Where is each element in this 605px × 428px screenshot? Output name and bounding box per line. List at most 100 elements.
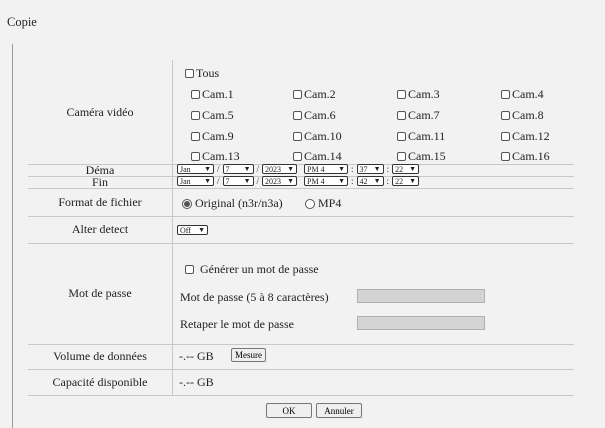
ok-button[interactable]: OK: [266, 403, 312, 418]
page-title: Copie: [7, 15, 37, 29]
checkbox-cam-5[interactable]: Cam.5: [191, 108, 234, 123]
checkbox-icon[interactable]: [191, 90, 200, 99]
checkbox-cam-14[interactable]: Cam.14: [293, 149, 342, 164]
checkbox-icon[interactable]: [191, 111, 200, 120]
checkbox-cam-label: Cam.3: [408, 87, 440, 101]
checkbox-cam-12[interactable]: Cam.12: [501, 129, 550, 144]
radio-icon[interactable]: [305, 198, 315, 209]
checkbox-cam-11[interactable]: Cam.11: [397, 129, 445, 144]
checkbox-icon[interactable]: [501, 152, 510, 161]
end-year-select[interactable]: 2023 ▼: [262, 176, 298, 186]
camera-row: Caméra vidéo Tous Cam.1 Cam.2 Cam.3 Cam.4 Ca…: [28, 60, 574, 165]
end-day-select[interactable]: 7 ▼: [222, 176, 254, 186]
alter-label: Alter detect: [28, 216, 173, 243]
checkbox-cam-label: Cam.12: [512, 129, 550, 143]
checkbox-cam-label: Cam.15: [408, 149, 446, 163]
checkbox-cam-label: Cam.1: [202, 87, 234, 101]
start-month-select[interactable]: Jan ▼: [177, 164, 214, 174]
start-minute-select[interactable]: 37 ▼: [356, 164, 384, 174]
checkbox-cam-label: Cam.11: [408, 129, 446, 143]
checkbox-cam-label: Cam.6: [304, 108, 336, 122]
chevron-down-icon: ▼: [198, 225, 205, 234]
checkbox-cam-6[interactable]: Cam.6: [293, 108, 336, 123]
format-mp4-radio[interactable]: MP4: [305, 196, 341, 211]
start-year-select[interactable]: 2023 ▼: [262, 164, 298, 174]
checkbox-icon[interactable]: [293, 152, 302, 161]
end-month-select[interactable]: Jan ▼: [177, 176, 214, 186]
chevron-down-icon: ▼: [204, 176, 211, 185]
volume-row: Volume de données -.-- GB Mesure: [28, 344, 574, 370]
checkbox-icon[interactable]: [397, 90, 406, 99]
checkbox-icon[interactable]: [191, 152, 200, 161]
chevron-down-icon: ▼: [204, 164, 211, 173]
checkbox-cam-15[interactable]: Cam.15: [397, 149, 446, 164]
checkbox-all-label: Tous: [196, 66, 220, 80]
chevron-down-icon: ▼: [409, 176, 417, 185]
radio-selected-icon[interactable]: [182, 198, 192, 209]
end-datetime: Jan ▼ / 7 ▼ / 2023 ▼ PM 4 ▼ : 42 ▼ : 22 ▼: [173, 176, 574, 188]
checkbox-cam-9[interactable]: Cam.9: [191, 129, 234, 144]
checkbox-cam-8[interactable]: Cam.8: [501, 108, 544, 123]
checkbox-icon[interactable]: [397, 132, 406, 141]
checkbox-icon[interactable]: [501, 132, 510, 141]
volume-label: Volume de données: [28, 344, 173, 369]
password-row: Mot de passe Générer un mot de passe Mot…: [28, 243, 574, 345]
cancel-button[interactable]: Annuler: [316, 403, 362, 418]
checkbox-cam-1[interactable]: Cam.1: [191, 87, 234, 102]
checkbox-cam-7[interactable]: Cam.7: [397, 108, 440, 123]
end-hour-select[interactable]: PM 4 ▼: [304, 176, 349, 186]
checkbox-cam-label: Cam.10: [304, 129, 342, 143]
checkbox-icon[interactable]: [191, 132, 200, 141]
checkbox-cam-2[interactable]: Cam.2: [293, 87, 336, 102]
checkbox-cam-label: Cam.8: [512, 108, 544, 122]
chevron-down-icon: ▼: [287, 176, 295, 185]
checkbox-cam-16[interactable]: Cam.16: [501, 149, 550, 164]
checkbox-icon[interactable]: [501, 90, 510, 99]
chevron-down-icon: ▼: [373, 176, 381, 185]
format-original-radio[interactable]: Original (n3r/n3a): [182, 196, 283, 211]
checkbox-icon[interactable]: [501, 111, 510, 120]
format-options: Original (n3r/n3a) MP4: [173, 188, 574, 216]
capacity-value: -.-- GB: [179, 375, 214, 389]
checkbox-cam-label: Cam.2: [304, 87, 336, 101]
capacity-label: Capacité disponible: [28, 369, 173, 395]
checkbox-cam-10[interactable]: Cam.10: [293, 129, 342, 144]
checkbox-cam-label: Cam.9: [202, 129, 234, 143]
start-hour-select[interactable]: PM 4 ▼: [304, 164, 349, 174]
checkbox-cam-13[interactable]: Cam.13: [191, 149, 240, 164]
start-day-select[interactable]: 7 ▼: [222, 164, 254, 174]
password-field-label: Mot de passe (5 à 8 caractères): [180, 290, 329, 304]
chevron-down-icon: ▼: [338, 164, 346, 173]
checkbox-cam-4[interactable]: Cam.4: [501, 87, 544, 102]
end-label: Fin: [28, 175, 173, 189]
checkbox-cam-label: Cam.16: [512, 149, 550, 163]
checkbox-icon[interactable]: [397, 152, 406, 161]
start-datetime: Jan ▼ / 7 ▼ / 2023 ▼ PM 4 ▼ : 37 ▼ : 22 ▼: [173, 164, 574, 176]
password-retype-input[interactable]: [357, 316, 485, 330]
capacity-row: Capacité disponible -.-- GB: [28, 369, 574, 396]
format-row: Format de fichier Original (n3r/n3a) MP4: [28, 188, 574, 217]
chevron-down-icon: ▼: [338, 176, 346, 185]
end-second-select[interactable]: 22 ▼: [392, 176, 420, 186]
measure-button[interactable]: Mesure: [231, 348, 266, 362]
generate-password-checkbox[interactable]: Générer un mot de passe: [185, 262, 319, 277]
checkbox-icon[interactable]: [185, 265, 194, 274]
checkbox-cam-label: Cam.5: [202, 108, 234, 122]
alter-detect-select[interactable]: Off ▼: [177, 225, 208, 235]
checkbox-icon[interactable]: [293, 132, 302, 141]
checkbox-icon[interactable]: [185, 69, 194, 78]
checkbox-cam-3[interactable]: Cam.3: [397, 87, 440, 102]
password-input[interactable]: [357, 289, 485, 303]
chevron-down-icon: ▼: [373, 164, 381, 173]
checkbox-icon[interactable]: [293, 111, 302, 120]
volume-value: -.-- GB: [179, 349, 214, 363]
checkbox-cam-label: Cam.14: [304, 149, 342, 163]
checkbox-icon[interactable]: [397, 111, 406, 120]
camera-label: Caméra vidéo: [28, 60, 173, 164]
chevron-down-icon: ▼: [287, 164, 295, 173]
start-second-select[interactable]: 22 ▼: [392, 164, 420, 174]
checkbox-icon[interactable]: [293, 90, 302, 99]
end-minute-select[interactable]: 42 ▼: [356, 176, 384, 186]
checkbox-all[interactable]: Tous: [185, 66, 219, 81]
format-label: Format de fichier: [28, 188, 173, 216]
